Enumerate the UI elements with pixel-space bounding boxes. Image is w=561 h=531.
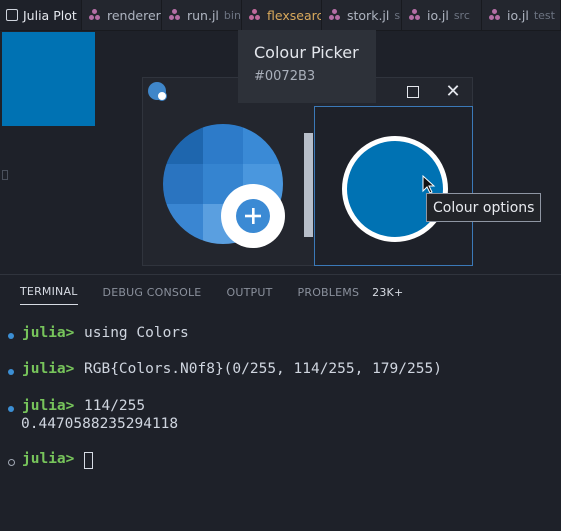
tab-label: flexsearch [267,7,321,23]
terminal-entry: julia> using Colors [0,325,189,345]
tab-run-jl[interactable]: run.jl bin [162,0,242,30]
tab-io-jl-test[interactable]: io.jl test [482,0,561,30]
tooltip-title: Colour Picker [254,43,359,62]
julia-prompt: julia> [22,451,75,467]
editor-tab-bar: Julia Plot renderer run.jl bin flexsearc… [0,0,561,31]
success-dot-icon [8,333,14,339]
tab-label: renderer [107,7,161,23]
terminal-output: 0.4470588235294118 [0,416,178,436]
tab-dir: src [453,8,470,22]
maximize-icon [407,86,419,98]
tab-terminal[interactable]: TERMINAL [20,285,78,305]
terminal-command: using Colors [84,325,189,341]
tab-flexsearch[interactable]: flexsearch [242,0,322,30]
tab-dir: test [533,8,555,22]
tab-stork-jl[interactable]: stork.jl s [322,0,402,30]
tab-problems[interactable]: PROBLEMS [298,286,360,305]
picker-divider [304,133,313,237]
tab-output[interactable]: OUTPUT [226,286,272,305]
tab-label: run.jl [187,7,219,23]
close-button[interactable]: ✕ [444,83,462,101]
tab-dir: s [394,8,401,22]
pending-dot-icon [8,459,15,466]
panel-divider [0,274,561,275]
tab-label: io.jl [427,7,449,23]
success-dot-icon [8,406,14,412]
problems-count-badge: 23K+ [372,285,404,299]
julia-prompt: julia> [22,325,75,341]
panel-tab-bar: TERMINAL DEBUG CONSOLE OUTPUT PROBLEMS 2… [20,285,428,305]
julia-icon [168,8,182,22]
terminal-entry: julia> 114/255 [0,398,145,418]
terminal-command: RGB{Colors.N0f8}(0/255, 114/255, 179/255… [84,361,442,377]
julia-icon [408,8,422,22]
tab-label: Julia Plot [23,7,77,23]
julia-icon [248,8,262,22]
colour-picker-app-icon [148,82,167,101]
colour-options-tooltip: Colour options [426,193,542,222]
terminal-output-value: 0.4470588235294118 [21,416,179,432]
julia-prompt: julia> [22,398,75,414]
terminal-input-line[interactable]: julia> [0,451,93,471]
tab-dir: bin [223,8,241,22]
mouse-pointer-icon [422,175,436,194]
color-swatch-plot [2,32,95,126]
tab-julia-plot[interactable]: Julia Plot [0,0,82,30]
plot-icon [6,9,18,21]
terminal-entry: julia> RGB{Colors.N0f8}(0/255, 114/255, … [0,361,442,381]
tab-label: stork.jl [347,7,390,23]
gutter-fold-marker[interactable] [2,170,8,180]
maximize-button[interactable] [404,83,422,101]
text-cursor [84,452,93,469]
close-icon: ✕ [445,81,461,102]
julia-icon [328,8,342,22]
window-controls: ✕ [404,83,462,101]
julia-icon [488,8,502,22]
selected-colour-panel[interactable] [314,106,473,266]
colour-picker-dialog: ✕ [142,77,473,266]
tab-label: io.jl [507,7,529,23]
success-dot-icon [8,369,14,375]
tooltip-hex-value: #0072B3 [254,69,316,84]
tab-renderer[interactable]: renderer [82,0,162,30]
julia-icon [88,8,102,22]
colour-palette-icon[interactable] [163,124,287,248]
colour-picker-tooltip: Colour Picker #0072B3 [238,30,376,103]
tab-io-jl-src[interactable]: io.jl src [402,0,482,30]
tab-debug-console[interactable]: DEBUG CONSOLE [103,286,202,305]
terminal-command: 114/255 [84,398,146,414]
julia-prompt: julia> [22,361,75,377]
